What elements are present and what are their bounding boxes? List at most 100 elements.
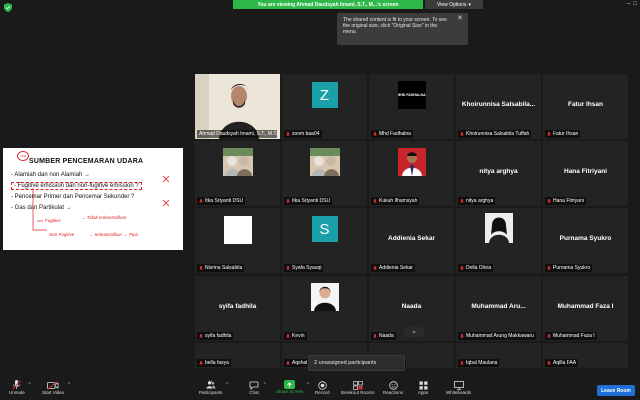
participant-tile[interactable]: Zzoom baa04 [282, 74, 367, 139]
chevron-up-icon[interactable]: ^ [264, 382, 266, 388]
participant-name: Nisrina Salsabila [205, 265, 243, 271]
participant-tile[interactable]: Fatur Ihsan Fatur Ihsan [543, 74, 628, 139]
breakout-rooms-icon [352, 380, 364, 390]
breakout-rooms-button[interactable]: Breakout Rooms [341, 380, 375, 395]
close-icon[interactable]: ✕ [457, 15, 463, 22]
avatar [222, 148, 253, 176]
participant-tile[interactable]: Khoirunnisa Salsabila... Khoirunnisa Sals… [456, 74, 541, 139]
participant-name-label: Syafa Syauqi [284, 264, 324, 272]
share-screen-button[interactable]: Share Screen ^ [276, 380, 310, 394]
chevron-up-icon[interactable]: ^ [226, 382, 228, 388]
unassigned-text: 2 unassigned participants [314, 360, 377, 366]
microphone-muted-icon [460, 360, 464, 365]
participant-name-label: Hana Fitriyani [545, 197, 586, 205]
participant-name: Naada [379, 333, 394, 339]
minimize-icon[interactable]: – [627, 1, 630, 7]
shared-screen-content: TAH SUMBER PENCEMARAN UDARA - Alamiah da… [3, 148, 183, 250]
microphone-muted-icon [286, 198, 290, 203]
participant-name: zoom baa04 [292, 131, 320, 137]
microphone-muted-icon [460, 333, 464, 338]
participant-tile[interactable]: syifa fadhila syifa fadhila [195, 276, 280, 341]
participants-button[interactable]: 44 Participants ^ [199, 379, 229, 395]
participant-tile[interactable]: Iqbal MaulanaIqbal Maulana [456, 343, 541, 368]
participant-name: Addienia Sekar [379, 265, 413, 271]
participant-tile[interactable]: Muhammad Faza I Muhammad Faza I [543, 276, 628, 341]
view-options-button[interactable]: View Options ▾ [425, 0, 483, 9]
microphone-muted-icon [547, 131, 551, 136]
participant-name: syifa fadhila [205, 333, 232, 339]
participant-name: Fatur Ihsan [553, 131, 579, 137]
record-button[interactable]: Record [315, 380, 330, 395]
participant-name-label: Khoirunnisa Salsabila Tuffah [458, 130, 532, 138]
participant-name-label: bella fasya [197, 359, 231, 367]
participant-tile[interactable]: Ahmad Daudsyah Imami, S.T., M.T. [195, 74, 280, 139]
participant-tile[interactable]: Itka Sriyanti DSU [195, 141, 280, 206]
participant-name-label: Ahmad Daudsyah Imami, S.T., M.T. [197, 130, 277, 138]
avatar: Z [311, 82, 338, 108]
avatar-logo-text: MHD FADHALNA [397, 93, 426, 97]
reactions-button[interactable]: Reactions [383, 380, 403, 395]
unmute-label: Unmute [9, 390, 25, 395]
participants-count: 44 [208, 379, 213, 384]
participant-name: nitya arghya [466, 198, 494, 204]
participant-tile[interactable]: Purnama Syukro Purnama Syukro [543, 208, 628, 273]
apps-icon [417, 380, 429, 390]
view-options-label: View Options [437, 1, 467, 8]
participant-tile[interactable]: Aqilla FAAAqilla FAA [543, 343, 628, 368]
start-video-button[interactable]: Start Video ^ [42, 380, 70, 395]
microphone-muted-icon [373, 131, 377, 136]
participant-name: Muhammad Arung Makkawaru [466, 333, 534, 339]
participant-tile[interactable]: Kukuh Ilhamsyah [369, 141, 454, 206]
participants-label: Participants [199, 390, 223, 395]
microphone-muted-icon [373, 265, 377, 270]
chevron-up-icon[interactable]: ^ [28, 382, 30, 388]
start-video-label: Start Video [42, 390, 65, 395]
microphone-muted-icon [286, 265, 290, 270]
whiteboards-button[interactable]: Whiteboards [446, 380, 471, 395]
participant-name: Muhammad Faza I [553, 333, 595, 339]
leave-room-button[interactable]: Leave Room [597, 385, 635, 396]
participant-name-label: Itka Sriyanti DSU [284, 197, 333, 205]
participant-name: Hana Fitriyani [553, 198, 584, 204]
apps-button[interactable]: Apps [417, 380, 429, 395]
participant-name-label: Muhammad Faza I [545, 332, 597, 340]
handwriting-strokes [32, 175, 170, 231]
participant-tile[interactable]: Della Olivia [456, 208, 541, 273]
unassigned-participants-notice[interactable]: 2 unassigned participants [308, 355, 405, 371]
share-screen-icon [284, 380, 296, 389]
maximize-icon[interactable]: □ [633, 1, 637, 7]
participant-display-name: Khoirunnisa Salsabila... [461, 101, 536, 108]
participant-name-label: Mhd Fadhalna [371, 130, 413, 138]
participant-name-label: nitya arghya [458, 197, 496, 205]
participant-tile[interactable]: Itka Sriyanti DSU [282, 141, 367, 206]
participant-tile[interactable]: Kevin [282, 276, 367, 341]
chat-button[interactable]: Chat ^ [248, 380, 266, 395]
participant-tile[interactable]: nitya arghya nitya arghya [456, 141, 541, 206]
security-shield-icon[interactable] [4, 3, 12, 12]
chat-label: Chat [249, 390, 259, 395]
avatar [309, 148, 340, 176]
leave-room-label: Leave Room [601, 387, 631, 394]
microphone-muted-icon [460, 265, 464, 270]
participant-tile[interactable]: MHD FADHALNA Mhd Fadhalna [369, 74, 454, 139]
microphone-muted-icon [460, 131, 464, 136]
participant-display-name: Muhammad Aru... [471, 303, 526, 310]
microphone-muted-icon [286, 131, 290, 136]
chevron-up-icon[interactable]: ^ [68, 382, 70, 388]
microphone-muted-icon [286, 360, 290, 365]
participant-tile[interactable]: Addienia Sekar Addienia Sekar [369, 208, 454, 273]
participant-tile[interactable]: bella fasyabella fasya [195, 343, 280, 368]
microphone-muted-icon [547, 198, 551, 203]
participant-tile[interactable]: Muhammad Aru... Muhammad Arung Makkawaru [456, 276, 541, 341]
microphone-muted-icon [460, 198, 464, 203]
unmute-button[interactable]: Unmute ^ [9, 380, 31, 395]
tooltip-text: The shared content is fit to your screen… [343, 17, 447, 35]
participant-tile[interactable]: Nisrina Salsabila [195, 208, 280, 273]
participant-name-label: syifa fadhila [197, 332, 234, 340]
whiteboards-label: Whiteboards [446, 390, 472, 395]
chevron-down-icon[interactable]: ⌄ [404, 327, 424, 337]
participant-tile[interactable]: Hana Fitriyani Hana Fitriyani [543, 141, 628, 206]
chevron-up-icon[interactable]: ^ [307, 382, 309, 388]
participant-name-label: Naada [371, 332, 396, 340]
participant-tile[interactable]: S Syafa Syauqi [282, 208, 367, 273]
